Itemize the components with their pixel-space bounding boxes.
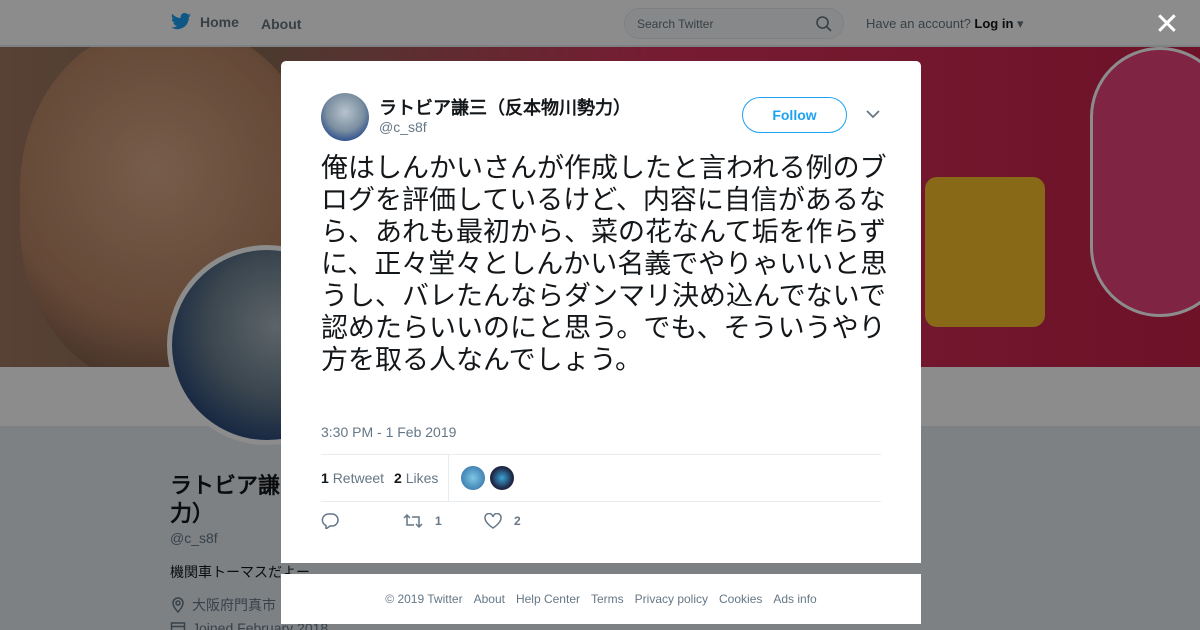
footer-link-terms[interactable]: Terms <box>591 592 624 606</box>
retweet-count: 1 <box>321 470 329 486</box>
like-action-count: 2 <box>514 514 521 528</box>
tweet-stats: 1 Retweet 2 Likes <box>321 454 881 502</box>
likes-label: Likes <box>405 470 439 486</box>
footer-link-about[interactable]: About <box>474 592 505 606</box>
liker-avatar[interactable] <box>461 466 485 490</box>
likes-count: 2 <box>394 470 402 486</box>
follow-button[interactable]: Follow <box>742 97 847 133</box>
footer-link-privacy[interactable]: Privacy policy <box>635 592 708 606</box>
tweet-author-handle[interactable]: @c_s8f <box>379 119 427 135</box>
tweet-timestamp[interactable]: 3:30 PM - 1 Feb 2019 <box>321 424 456 440</box>
likes-stat[interactable]: 2 Likes <box>394 470 438 486</box>
footer-link-cookies[interactable]: Cookies <box>719 592 762 606</box>
reply-button[interactable] <box>321 513 339 529</box>
heart-icon <box>484 513 502 529</box>
retweet-button[interactable]: 1 <box>403 513 442 529</box>
tweet-author-name[interactable]: ラトビア謙三（反本物川勢力） <box>379 94 631 120</box>
footer-link-help-center[interactable]: Help Center <box>516 592 580 606</box>
footer-link-ads-info[interactable]: Ads info <box>773 592 816 606</box>
tweet-actions: 1 2 <box>321 513 621 533</box>
retweet-label: Retweet <box>332 470 385 486</box>
stats-divider <box>448 455 449 501</box>
retweet-action-count: 1 <box>435 514 442 528</box>
tweet-text: 俺はしんかいさんが作成したと言われる例のブログを評価しているけど、内容に自信があ… <box>321 153 888 376</box>
like-button[interactable]: 2 <box>484 513 521 529</box>
close-icon[interactable]: ✕ <box>1152 10 1182 40</box>
liker-avatar[interactable] <box>490 466 514 490</box>
tweet-author-avatar[interactable] <box>321 93 369 141</box>
reply-icon <box>321 513 339 529</box>
footer-copyright: © 2019 Twitter <box>385 592 463 606</box>
chevron-down-icon[interactable] <box>866 109 880 119</box>
footer: © 2019 Twitter About Help Center Terms P… <box>281 574 921 624</box>
retweet-stat[interactable]: 1 Retweet <box>321 470 384 486</box>
tweet-modal: ラトビア謙三（反本物川勢力） @c_s8f Follow 俺はしんかいさんが作成… <box>281 61 921 563</box>
retweet-icon <box>403 513 423 529</box>
